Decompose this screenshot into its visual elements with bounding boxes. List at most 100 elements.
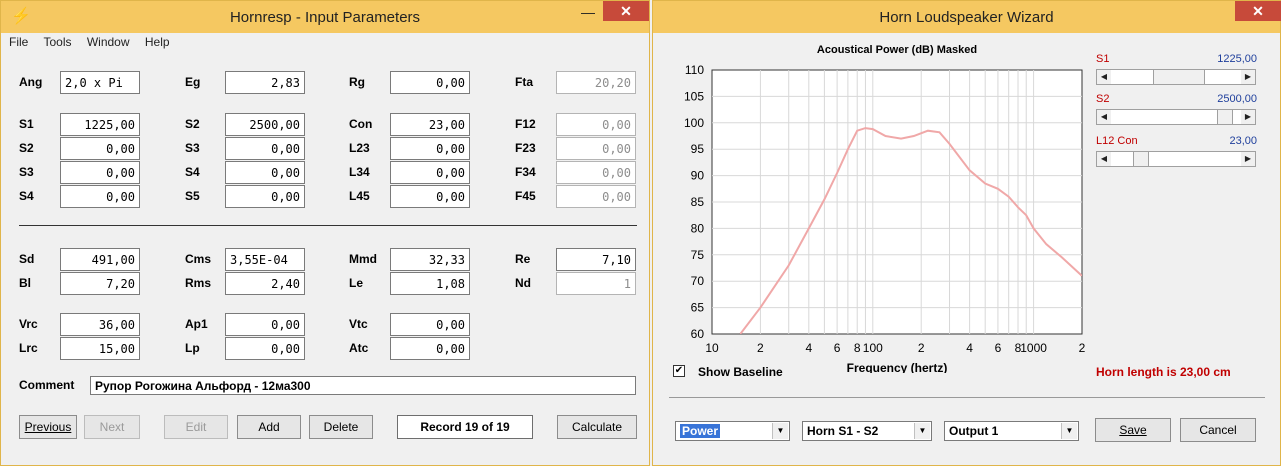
y-tick-label: 75	[691, 248, 705, 262]
field-le[interactable]: 1,08	[390, 272, 470, 295]
calculate-button[interactable]: Calculate	[557, 415, 637, 439]
edit-button[interactable]: Edit	[164, 415, 228, 439]
left-window-title: Hornresp - Input Parameters	[229, 9, 421, 26]
x-tick-label: 4	[805, 341, 812, 355]
menu-bar: File Tools Window Help	[9, 35, 182, 53]
field-rms[interactable]: 2,40	[225, 272, 305, 295]
slider-thumb[interactable]	[1217, 110, 1233, 124]
field-s2[interactable]: 2500,00	[225, 113, 305, 136]
label-vtc: Vtc	[349, 317, 368, 331]
field-re[interactable]: 7,10	[556, 248, 636, 271]
save-button[interactable]: Save	[1095, 418, 1171, 442]
input-parameters-window: ⚡ Hornresp - Input Parameters — ✕ File T…	[0, 0, 650, 466]
chevron-down-icon[interactable]: ▼	[1061, 423, 1077, 439]
field-s4b[interactable]: 0,00	[60, 185, 140, 208]
chevron-down-icon[interactable]: ▼	[914, 423, 930, 439]
field-eg[interactable]: 2,83	[225, 71, 305, 94]
arrow-left-icon[interactable]: ◀	[1097, 110, 1111, 124]
slider-thumb[interactable]	[1133, 152, 1149, 166]
menu-window[interactable]: Window	[87, 35, 130, 49]
field-f34[interactable]: 0,00	[556, 161, 636, 184]
x-tick-label: 6	[995, 341, 1002, 355]
left-titlebar: ⚡ Hornresp - Input Parameters — ✕	[1, 1, 649, 33]
slider-1[interactable]: ◀ ▶	[1096, 109, 1256, 125]
arrow-left-icon[interactable]: ◀	[1097, 70, 1111, 84]
arrow-right-icon[interactable]: ▶	[1241, 152, 1255, 166]
show-baseline-checkbox[interactable]: ✔	[673, 365, 685, 377]
label-re: Re	[515, 252, 531, 266]
chart-title: Acoustical Power (dB) Masked	[817, 44, 977, 56]
output-select[interactable]: Output 1 ▼	[944, 421, 1079, 441]
output-type-select[interactable]: Power ▼	[675, 421, 790, 441]
label-bl: Bl	[19, 276, 31, 290]
field-s5[interactable]: 0,00	[225, 185, 305, 208]
delete-button[interactable]: Delete	[309, 415, 373, 439]
label-s1: S1	[19, 117, 34, 131]
field-s3[interactable]: 0,00	[225, 137, 305, 160]
field-f23[interactable]: 0,00	[556, 137, 636, 160]
close-icon[interactable]: ✕	[1235, 1, 1281, 21]
comment-field[interactable]: Рупор Рогожина Альфорд - 12ма300	[90, 376, 636, 395]
acoustical-power-chart: 606570758085909510010511010 2 4 6 8 100 2 4 6 810…	[684, 44, 1086, 373]
menu-help[interactable]: Help	[145, 35, 170, 49]
field-l45[interactable]: 0,00	[390, 185, 470, 208]
cancel-button[interactable]: Cancel	[1180, 418, 1256, 442]
right-window-title: Horn Loudspeaker Wizard	[879, 9, 1054, 26]
right-titlebar: Horn Loudspeaker Wizard ✕	[653, 1, 1281, 33]
x-tick-label: 100	[863, 341, 883, 355]
menu-tools[interactable]: Tools	[43, 35, 71, 49]
arrow-right-icon[interactable]: ▶	[1241, 110, 1255, 124]
field-l23[interactable]: 0,00	[390, 137, 470, 160]
field-ang[interactable]: 2,0 x Pi	[60, 71, 140, 94]
field-f45[interactable]: 0,00	[556, 185, 636, 208]
slider-2[interactable]: ◀ ▶	[1096, 151, 1256, 167]
field-con[interactable]: 23,00	[390, 113, 470, 136]
slider-thumb[interactable]	[1153, 70, 1205, 84]
chevron-down-icon[interactable]: ▼	[772, 423, 788, 439]
field-s4[interactable]: 0,00	[225, 161, 305, 184]
label-mmd: Mmd	[349, 252, 377, 266]
field-sd[interactable]: 491,00	[60, 248, 140, 271]
field-vrc[interactable]: 36,00	[60, 313, 140, 336]
field-lrc[interactable]: 15,00	[60, 337, 140, 360]
minimize-icon[interactable]: —	[574, 2, 602, 22]
field-l34[interactable]: 0,00	[390, 161, 470, 184]
field-s3b[interactable]: 0,00	[60, 161, 140, 184]
output-type-value: Power	[680, 424, 721, 438]
field-fta[interactable]: 20,20	[556, 71, 636, 94]
close-icon[interactable]: ✕	[603, 1, 649, 21]
label-lp: Lp	[185, 341, 200, 355]
slider-0[interactable]: ◀ ▶	[1096, 69, 1256, 85]
label-s5: S5	[185, 189, 200, 203]
field-ap1[interactable]: 0,00	[225, 313, 305, 336]
arrow-left-icon[interactable]: ◀	[1097, 152, 1111, 166]
add-button[interactable]: Add	[237, 415, 301, 439]
field-rg[interactable]: 0,00	[390, 71, 470, 94]
field-nd[interactable]: 1	[556, 272, 636, 295]
previous-button[interactable]: Previous	[19, 415, 77, 439]
label-f34: F34	[515, 165, 536, 179]
field-atc[interactable]: 0,00	[390, 337, 470, 360]
slider-value-0: 1225,00	[1217, 53, 1257, 65]
show-baseline-label: Show Baseline	[698, 365, 783, 379]
label-ap1: Ap1	[185, 317, 208, 331]
menu-file[interactable]: File	[9, 35, 28, 49]
arrow-right-icon[interactable]: ▶	[1241, 70, 1255, 84]
field-s2b[interactable]: 0,00	[60, 137, 140, 160]
label-f45: F45	[515, 189, 536, 203]
separator	[19, 225, 637, 226]
slider-label-2: L12 Con	[1096, 135, 1138, 147]
next-button[interactable]: Next	[84, 415, 140, 439]
horn-wizard-window: Horn Loudspeaker Wizard ✕ 60 65 70 75 80 85 90…	[652, 0, 1281, 466]
x-tick-label: 10	[705, 341, 719, 355]
horn-segment-select[interactable]: Horn S1 - S2 ▼	[802, 421, 932, 441]
y-tick-label: 100	[684, 116, 704, 130]
field-mmd[interactable]: 32,33	[390, 248, 470, 271]
slider-value-1: 2500,00	[1217, 93, 1257, 105]
field-s1[interactable]: 1225,00	[60, 113, 140, 136]
field-vtc[interactable]: 0,00	[390, 313, 470, 336]
field-lp[interactable]: 0,00	[225, 337, 305, 360]
field-f12[interactable]: 0,00	[556, 113, 636, 136]
field-cms[interactable]: 3,55E-04	[225, 248, 305, 271]
field-bl[interactable]: 7,20	[60, 272, 140, 295]
